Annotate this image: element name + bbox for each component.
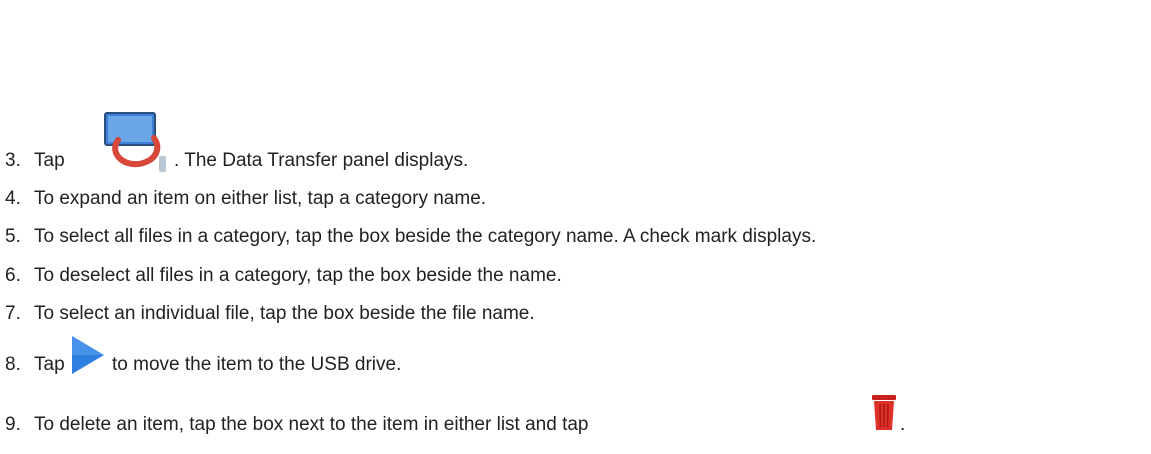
step-text-after: . The Data Transfer panel displays.: [174, 150, 469, 171]
step-text: To select all files in a category, tap t…: [34, 226, 817, 247]
step-number: 8.: [5, 354, 21, 375]
step-number: 4.: [5, 188, 21, 209]
data-transfer-icon: [104, 112, 166, 172]
step-number: 9.: [5, 414, 21, 435]
step-number: 5.: [5, 226, 21, 247]
step-text-before: Tap: [34, 150, 65, 171]
step-text-before: Tap: [34, 354, 65, 375]
play-arrow-icon: [72, 336, 104, 374]
step-text: To select an individual file, tap the bo…: [34, 303, 535, 324]
step-text: To expand an item on either list, tap a …: [34, 188, 487, 209]
step-number: 7.: [5, 303, 21, 324]
trash-icon: [872, 395, 896, 430]
step-text-after: .: [900, 414, 906, 435]
step-number: 3.: [5, 150, 21, 171]
step-number: 6.: [5, 265, 21, 286]
step-text: To deselect all files in a category, tap…: [34, 265, 562, 286]
step-text-before: To delete an item, tap the box next to t…: [34, 414, 589, 435]
step-text-after: to move the item to the USB drive.: [112, 354, 402, 375]
